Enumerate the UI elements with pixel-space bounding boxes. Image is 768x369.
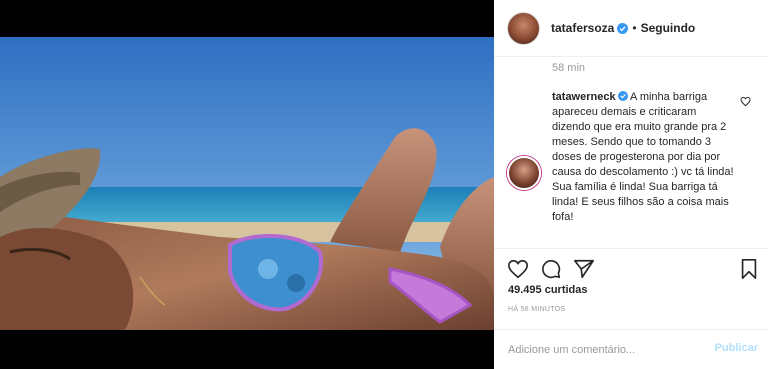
share-arrow-icon[interactable] xyxy=(573,258,595,280)
post-actions xyxy=(494,248,768,284)
comment-body: tatawerneck A minha barriga apareceu dem… xyxy=(552,90,734,225)
photo-area xyxy=(0,0,494,369)
commenter-avatar[interactable] xyxy=(507,156,541,190)
verified-badge-icon xyxy=(617,22,629,34)
comment-bubble-icon[interactable] xyxy=(540,258,562,280)
header-separator: • xyxy=(632,21,637,35)
comment-input[interactable] xyxy=(508,341,698,359)
caption-timestamp: 58 min xyxy=(552,62,586,74)
post-header: tatafersoza • Seguindo xyxy=(494,0,768,57)
likes-count[interactable]: 49.495 curtidas xyxy=(508,284,588,296)
comment-composer: Publicar xyxy=(494,329,768,369)
comment-like-heart-icon[interactable] xyxy=(740,96,751,107)
post-sidebar: tatafersoza • Seguindo 58 min tatawernec… xyxy=(494,0,768,369)
commenter-username[interactable]: tatawerneck xyxy=(552,91,616,103)
author-avatar[interactable] xyxy=(507,11,540,45)
comment-text: A minha barriga apareceu demais e critic… xyxy=(552,91,734,223)
publish-button[interactable]: Publicar xyxy=(715,342,758,354)
following-button[interactable]: Seguindo xyxy=(641,21,696,35)
beach-photo xyxy=(0,37,494,330)
post-timestamp[interactable]: há 58 minutos xyxy=(508,306,565,313)
like-heart-icon[interactable] xyxy=(507,258,529,280)
save-bookmark-icon[interactable] xyxy=(738,258,760,280)
author-username[interactable]: tatafersoza xyxy=(551,21,614,35)
post-photo[interactable] xyxy=(0,37,494,330)
commenter-verified-icon xyxy=(617,91,628,101)
